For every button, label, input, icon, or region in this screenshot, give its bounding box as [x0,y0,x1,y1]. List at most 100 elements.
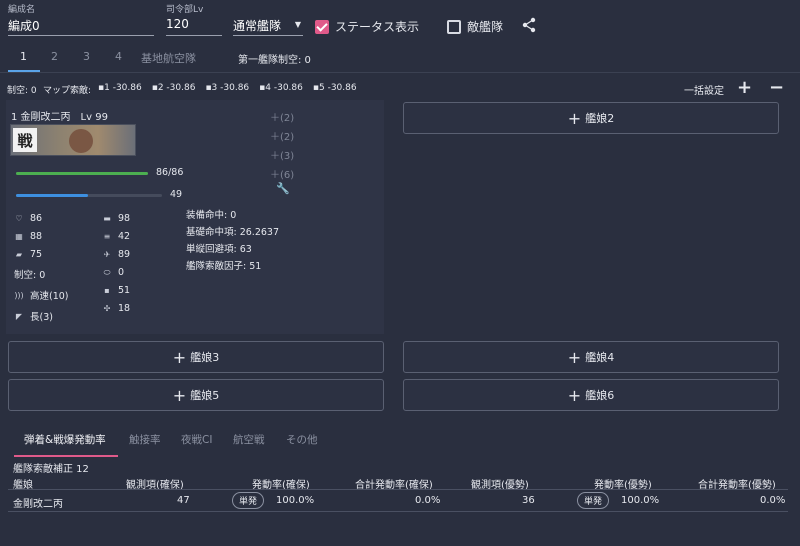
tab-contact-rate[interactable]: 触接率 [129,432,161,447]
los-value-3: ▪3 -30.86 [205,83,250,93]
detail-evasion: 単縦回避項: 63 [186,244,252,255]
equip-slot-4[interactable]: ＋(6) [270,166,294,181]
equip-slot-2[interactable]: ＋(2) [270,128,294,143]
equip-slot-3[interactable]: ＋(3) [270,147,294,162]
collapse-minus-icon[interactable]: − [769,77,784,98]
morale-value: 49 [170,189,183,200]
stat-aa: ✈ 89 [103,249,131,260]
table-header-divider [8,489,788,490]
los-value-4: ▪4 -30.86 [259,83,303,93]
ship-class-badge: 戦 [13,128,37,152]
armor-icon: ▦ [15,232,23,241]
stats-right: ▬ 98 ≡ 42 ✈ 89 ⬭ 0 ▪ 51 ✣ 18 [102,213,130,314]
ship-portrait [69,129,93,153]
row-ship-name: 金剛改二丙 [13,499,63,510]
speed-icon: ))) [14,290,24,300]
detail-base-accuracy: 基礎命中項: 26.2637 [186,227,280,238]
hp-value: 86/86 [156,167,184,178]
hp-bar-fill [16,172,148,175]
tab-fleet-3[interactable]: 3 [83,50,90,63]
equip-slot-1[interactable]: ＋(2) [270,109,294,124]
add-ship2-button[interactable]: + 艦娘2 [403,102,779,134]
row-total-secure: 0.0% [415,495,441,506]
bulk-settings-button[interactable]: 一括設定 [684,82,724,97]
tab-night-ci[interactable]: 夜戦CI [181,432,212,447]
tab-air-battle[interactable]: 航空戦 [233,432,265,447]
share-icon[interactable] [521,17,537,36]
los-value-2: ▪2 -30.86 [151,83,196,93]
evasion-icon: ≡ [103,232,111,241]
plus-icon: + [172,385,187,405]
morale-bar-fill [16,194,88,197]
stat-hp: ♡ 86 [15,213,43,224]
stat-asw: ▪ 51 [102,285,130,296]
row-total-superior: 0.0% [760,495,786,506]
fleet-air-control: 第一艦隊制空: 0 [238,55,311,66]
plus-icon: + [172,347,187,367]
row-type-secure: 単発 [232,492,265,509]
tab-fleet-4[interactable]: 4 [115,50,122,63]
detail-equip-accuracy: 装備命中: 0 [186,210,237,221]
tab-land-base[interactable]: 基地航空隊 [141,50,196,66]
stat-speed: ))) 高速(10) [14,290,69,303]
heart-icon: ♡ [15,214,23,223]
ship1-title: 1 金剛改二丙 Lv 99 [11,112,108,123]
row-rate-superior: 100.0% [621,495,660,506]
checkbox-empty-icon [447,19,461,34]
row-obs-superior: 36 [522,495,535,506]
tab-fleet-1[interactable]: 1 [20,50,27,63]
stat-torpedo: ▬ 98 [103,213,131,224]
hq-level-value: 120 [166,17,189,31]
row-type-superior: 単発 [577,492,610,509]
los-value-1: ▪1 -30.86 [98,83,142,93]
row-rate-secure: 100.0% [276,495,315,506]
stats-left: ♡ 86 ▦ 88 ▰ 75 制空: 0 ))) 高速(10) ◤ 長(3) [14,213,69,323]
range-icon: ◤ [15,311,23,321]
tab-fleet-2[interactable]: 2 [51,50,58,63]
morale-bar [16,194,162,197]
plus-icon: + [567,347,582,367]
asw-icon: ▪ [104,286,110,295]
add-ship3-button[interactable]: + 艦娘3 [8,341,384,373]
stat-armor: ▦ 88 [15,231,43,242]
enemy-fleet-label: 敵艦隊 [467,20,504,34]
tab-divider [0,72,800,73]
stat-aircraft: ⬭ 0 [103,267,125,278]
fleet-name-value: 編成0 [8,19,40,33]
tab-other[interactable]: その他 [286,432,318,447]
firepower-icon: ▰ [15,250,23,259]
checkbox-checked-icon [315,19,329,34]
add-ship5-button[interactable]: + 艦娘5 [8,379,384,411]
stat-air: 制空: 0 [14,270,46,281]
ship1-banner[interactable]: 戦 [10,124,136,156]
table-row-divider [8,511,788,512]
torpedo-icon: ▬ [103,214,111,223]
summary-air: 制空: 0 [7,86,37,96]
status-display-label: ステータス表示 [335,20,420,34]
aa-icon: ✈ [103,250,111,259]
plus-icon: + [567,108,582,128]
add-ship4-button[interactable]: + 艦娘4 [403,341,779,373]
wrench-icon[interactable]: 🔧 [276,182,290,195]
status-display-checkbox[interactable]: ステータス表示 [315,18,419,35]
stat-range: ◤ 長(3) [15,311,53,324]
summary-map-los: マップ索敵: [43,86,92,96]
add-ship6-button[interactable]: + 艦娘6 [403,379,779,411]
row-obs-secure: 47 [177,495,190,506]
stat-los: ✣ 18 [103,303,131,314]
plus-icon: + [567,385,582,405]
los-icon: ✣ [103,304,111,313]
fleet-type-value: 通常艦隊 [233,19,282,33]
summary-los-values: ▪1 -30.86 ▪2 -30.86 ▪3 -30.86 ▪4 -30.86 … [98,83,357,93]
fleet-name-input[interactable]: 編成0 [8,14,154,36]
tab-artillery-rate[interactable]: 弾着&戦爆発動率 [24,432,106,447]
fleet-los-correction: 艦隊索敵補正 12 [13,464,89,475]
hq-level-input[interactable]: 120 [166,14,222,36]
hp-bar [16,172,148,175]
enemy-fleet-checkbox[interactable]: 敵艦隊 [447,18,503,35]
bottom-tab-indicator [14,455,118,457]
los-value-5: ▪5 -30.86 [312,83,357,93]
fleet-type-select[interactable]: 通常艦隊 ▼ [233,14,303,36]
expand-plus-icon[interactable]: + [737,77,752,98]
detail-fleet-los: 艦隊索敵因子: 51 [186,261,262,272]
